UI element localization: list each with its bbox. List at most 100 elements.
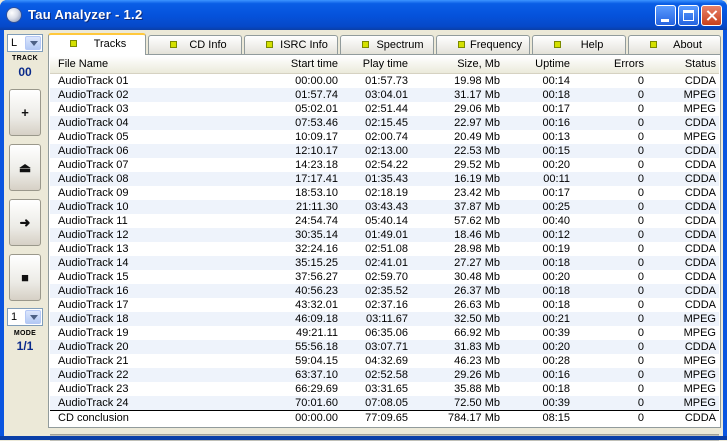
- table-row[interactable]: AudioTrack 06 12:10.17 02:13.00 22.53 Mb 00:…: [50, 144, 719, 158]
- minimize-button[interactable]: [655, 5, 676, 26]
- add-button[interactable]: +: [9, 89, 41, 136]
- tab-frequency[interactable]: Frequency: [436, 35, 530, 54]
- cell-uptime: 00:15: [542, 145, 570, 157]
- cell-file-name: AudioTrack 14: [58, 257, 129, 269]
- cell-start-time: 30:35.14: [295, 229, 338, 241]
- eject-button[interactable]: ⏏: [9, 144, 41, 191]
- table-row[interactable]: AudioTrack 17 43:32.01 02:37.16 26.63 Mb 00:…: [50, 298, 719, 312]
- stop-button[interactable]: ■: [9, 254, 41, 301]
- tab-cd-info[interactable]: CD Info: [148, 35, 242, 54]
- tracks-table[interactable]: File Name Start time Play time Size, Mb …: [48, 54, 721, 441]
- column-header-play-time[interactable]: Play time: [340, 58, 408, 70]
- cell-uptime: 00:40: [542, 215, 570, 227]
- cell-errors: 0: [637, 369, 644, 381]
- led-icon: [650, 41, 657, 48]
- cell-size: 26.63 Mb: [454, 299, 500, 311]
- table-row[interactable]: AudioTrack 11 24:54.74 05:40.14 57.62 Mb 00:…: [50, 214, 719, 228]
- tab-strip: Tracks CD Info ISRC Info Spectrum Freque…: [48, 33, 721, 55]
- cell-start-time: 55:56.18: [295, 341, 338, 353]
- cell-file-name: AudioTrack 13: [58, 243, 129, 255]
- next-button[interactable]: ➜: [9, 199, 41, 246]
- mode-select[interactable]: 1: [7, 308, 43, 326]
- table-row[interactable]: AudioTrack 24 70:01.60 07:08.05 72.50 Mb 00:…: [50, 396, 719, 410]
- title-bar[interactable]: Tau Analyzer - 1.2: [0, 0, 727, 30]
- column-header-file-name[interactable]: File Name: [58, 58, 108, 70]
- column-header-status[interactable]: Status: [646, 58, 716, 70]
- table-row[interactable]: AudioTrack 05 10:09.17 02:00.74 20.49 Mb 00:…: [50, 130, 719, 144]
- table-row[interactable]: AudioTrack 23 66:29.69 03:31.65 35.88 Mb 00:…: [50, 382, 719, 396]
- cell-play-time: 02:54.22: [365, 159, 408, 171]
- table-row[interactable]: AudioTrack 19 49:21.11 06:35.06 66.92 Mb 00:…: [50, 326, 719, 340]
- cell-size: 37.87 Mb: [454, 201, 500, 213]
- tab-spectrum[interactable]: Spectrum: [340, 35, 434, 54]
- table-row[interactable]: AudioTrack 13 32:24.16 02:51.08 28.98 Mb 00:…: [50, 242, 719, 256]
- app-window: Tau Analyzer - 1.2 L TRACK 00 + ⏏ ➜ ■ 1 …: [0, 0, 727, 441]
- cell-file-name: CD conclusion: [58, 412, 129, 424]
- cell-size: 31.83 Mb: [454, 341, 500, 353]
- track-select[interactable]: L: [7, 34, 43, 52]
- cell-status: CDDA: [684, 75, 716, 87]
- column-header-errors[interactable]: Errors: [574, 58, 644, 70]
- table-row[interactable]: AudioTrack 04 07:53.46 02:15.45 22.97 Mb 00:…: [50, 116, 719, 130]
- cell-errors: 0: [637, 285, 644, 297]
- cell-status: MPEG: [683, 89, 716, 101]
- app-icon[interactable]: [6, 7, 22, 23]
- table-row[interactable]: AudioTrack 07 14:23.18 02:54.22 29.52 Mb 00:…: [50, 158, 719, 172]
- maximize-button[interactable]: [678, 5, 699, 26]
- table-row[interactable]: AudioTrack 09 18:53.10 02:18.19 23.42 Mb 00:…: [50, 186, 719, 200]
- cell-start-time: 05:02.01: [295, 103, 338, 115]
- cell-errors: 0: [637, 341, 644, 353]
- cell-file-name: AudioTrack 04: [58, 117, 129, 129]
- cell-size: 32.50 Mb: [454, 313, 500, 325]
- close-button[interactable]: [701, 5, 722, 26]
- cell-errors: 0: [637, 187, 644, 199]
- led-icon: [554, 41, 561, 48]
- cell-play-time: 02:18.19: [365, 187, 408, 199]
- tab-about[interactable]: About: [628, 35, 721, 54]
- tab-tracks[interactable]: Tracks: [48, 33, 146, 55]
- cell-uptime: 08:15: [542, 412, 570, 424]
- cell-play-time: 01:35.43: [365, 173, 408, 185]
- table-row[interactable]: AudioTrack 02 01:57.74 03:04.01 31.17 Mb 00:…: [50, 88, 719, 102]
- cell-start-time: 00:00.00: [295, 75, 338, 87]
- left-toolbar: L TRACK 00 + ⏏ ➜ ■ 1 MODE 1/1: [6, 32, 44, 382]
- cell-uptime: 00:18: [542, 89, 570, 101]
- table-total-row[interactable]: CD conclusion 00:00.00 77:09.65 784.17 Mb 08…: [50, 410, 719, 425]
- table-row[interactable]: AudioTrack 22 63:37.10 02:52.58 29.26 Mb 00:…: [50, 368, 719, 382]
- cell-play-time: 01:49.01: [365, 229, 408, 241]
- cell-file-name: AudioTrack 12: [58, 229, 129, 241]
- table-row[interactable]: AudioTrack 08 17:17.41 01:35.43 16.19 Mb 00:…: [50, 172, 719, 186]
- cell-status: MPEG: [683, 327, 716, 339]
- chevron-down-icon[interactable]: [25, 310, 41, 324]
- led-icon: [458, 41, 465, 48]
- table-row[interactable]: AudioTrack 10 21:11.30 03:43.43 37.87 Mb 00:…: [50, 200, 719, 214]
- cell-errors: 0: [637, 145, 644, 157]
- cell-size: 72.50 Mb: [454, 397, 500, 409]
- table-row[interactable]: AudioTrack 15 37:56.27 02:59.70 30.48 Mb 00:…: [50, 270, 719, 284]
- table-row[interactable]: AudioTrack 03 05:02.01 02:51.44 29.06 Mb 00:…: [50, 102, 719, 116]
- cell-size: 22.53 Mb: [454, 145, 500, 157]
- chevron-down-icon[interactable]: [25, 36, 41, 50]
- table-row[interactable]: AudioTrack 21 59:04.15 04:32.69 46.23 Mb 00:…: [50, 354, 719, 368]
- tab-help[interactable]: Help: [532, 35, 626, 54]
- table-row[interactable]: AudioTrack 01 00:00.00 01:57.73 19.98 Mb 00:…: [50, 74, 719, 88]
- cell-size: 66.92 Mb: [454, 327, 500, 339]
- led-icon: [362, 41, 369, 48]
- column-header-start-time[interactable]: Start time: [240, 58, 338, 70]
- column-header-size[interactable]: Size, Mb: [410, 58, 500, 70]
- cell-start-time: 12:10.17: [295, 145, 338, 157]
- tab-isrc-info[interactable]: ISRC Info: [244, 35, 338, 54]
- table-row[interactable]: AudioTrack 18 46:09.18 03:11.67 32.50 Mb 00:…: [50, 312, 719, 326]
- table-row[interactable]: AudioTrack 12 30:35.14 01:49.01 18.46 Mb 00:…: [50, 228, 719, 242]
- cell-status: CDDA: [684, 201, 716, 213]
- cell-errors: 0: [637, 75, 644, 87]
- cell-file-name: AudioTrack 23: [58, 383, 129, 395]
- cell-start-time: 66:29.69: [295, 383, 338, 395]
- cell-errors: 0: [637, 201, 644, 213]
- cell-uptime: 00:19: [542, 243, 570, 255]
- column-header-uptime[interactable]: Uptime: [502, 58, 570, 70]
- table-row[interactable]: AudioTrack 16 40:56.23 02:35.52 26.37 Mb 00:…: [50, 284, 719, 298]
- table-row[interactable]: AudioTrack 20 55:56.18 03:07.71 31.83 Mb 00:…: [50, 340, 719, 354]
- table-row[interactable]: AudioTrack 14 35:15.25 02:41.01 27.27 Mb 00:…: [50, 256, 719, 270]
- cell-start-time: 21:11.30: [295, 201, 338, 213]
